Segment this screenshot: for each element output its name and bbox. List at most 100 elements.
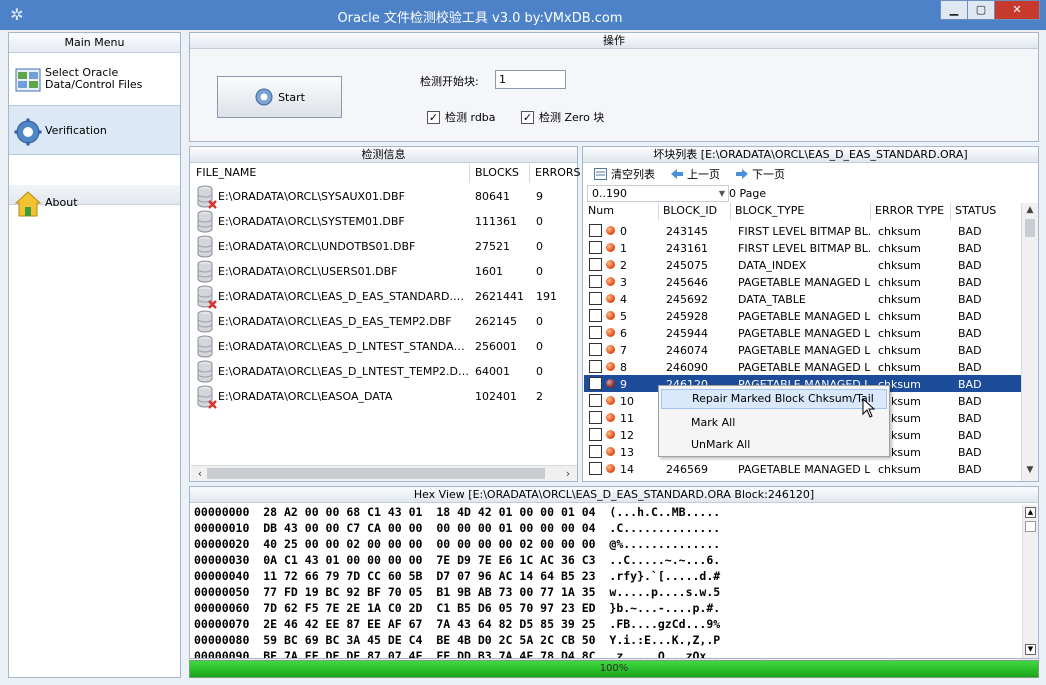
sidebar-item-verification[interactable]: Verification [9, 105, 180, 155]
bad-block-dot-icon [606, 430, 615, 439]
table-row[interactable]: 3 245646 PAGETABLE MANAGED L... chksum BAD [584, 273, 1021, 290]
sidebar-item-about[interactable]: About [9, 178, 180, 228]
table-row[interactable]: 6 245944 PAGETABLE MANAGED L... chksum BAD [584, 324, 1021, 341]
table-row[interactable]: E:\ORADATA\ORCL\USERS01.DBF 1601 0 [191, 259, 577, 284]
column-errors[interactable]: ERRORS [530, 164, 581, 183]
scroll-thumb[interactable] [1025, 521, 1036, 532]
table-row[interactable]: E:\ORADATA\ORCL\UNDOTBS01.DBF 27521 0 [191, 234, 577, 259]
row-checkbox[interactable] [589, 445, 602, 458]
sidebar-item-select-files[interactable]: Select Oracle Data/Control Files [9, 54, 180, 104]
bad-block-dot-icon [606, 243, 615, 252]
close-button[interactable]: ✕ [994, 0, 1040, 20]
clear-list-button[interactable]: 清空列表 [594, 166, 655, 182]
table-row[interactable]: 8 246090 PAGETABLE MANAGED L... chksum BAD [584, 358, 1021, 375]
scroll-down-icon[interactable]: ▼ [1022, 465, 1038, 475]
next-page-button[interactable]: 下一页 [736, 166, 785, 182]
num-cell: 1 [620, 242, 627, 255]
check-zero-checkbox[interactable]: ✓ 检测 Zero 块 [521, 109, 604, 125]
column-blocks[interactable]: BLOCKS [470, 164, 530, 183]
table-row[interactable]: 2 245075 DATA_INDEX chksum BAD [584, 256, 1021, 273]
num-cell: 7 [620, 344, 627, 357]
window-title: Oracle 文件检测校验工具 v3.0 by:VMxDB.com [337, 11, 623, 26]
scroll-right-icon[interactable]: › [561, 467, 575, 480]
scroll-up-icon[interactable]: ▲ [1025, 507, 1036, 518]
row-checkbox[interactable] [589, 360, 602, 373]
column-status[interactable]: STATUS [951, 203, 1021, 220]
start-block-label: 检测开始块: [420, 75, 479, 88]
table-row[interactable]: 14 246569 PAGETABLE MANAGED L... chksum BAD [584, 460, 1021, 477]
column-file-name[interactable]: FILE_NAME [191, 164, 470, 183]
row-checkbox[interactable] [589, 428, 602, 441]
repair-marked-block-menu-item[interactable]: Repair Marked Block Chksum/Tail [661, 389, 887, 409]
table-row[interactable]: 4 245692 DATA_TABLE chksum BAD [584, 290, 1021, 307]
status-cell: BAD [958, 276, 982, 289]
row-checkbox[interactable] [589, 241, 602, 254]
row-checkbox[interactable] [589, 343, 602, 356]
house-icon [14, 191, 42, 217]
table-row[interactable]: 1 243161 FIRST LEVEL BITMAP BL... chksum BAD [584, 239, 1021, 256]
column-block-id[interactable]: BLOCK_ID [659, 203, 731, 220]
table-row[interactable]: E:\ORADATA\ORCL\SYSTEM01.DBF 111361 0 [191, 209, 577, 234]
row-checkbox[interactable] [589, 411, 602, 424]
row-checkbox[interactable] [589, 462, 602, 475]
table-row[interactable]: E:\ORADATA\ORCL\SYSAUX01.DBF 80641 9 [191, 184, 577, 209]
row-checkbox[interactable] [589, 377, 602, 390]
hex-view-header: Hex View [E:\ORADATA\ORCL\EAS_D_EAS_STAN… [190, 487, 1038, 503]
database-error-icon [197, 185, 217, 209]
scroll-thumb[interactable] [1025, 219, 1035, 237]
hex-line: 00000010 DB 43 00 00 C7 CA 00 00 00 00 0… [194, 521, 721, 535]
scroll-thumb[interactable] [207, 468, 545, 479]
table-row[interactable]: 0 243145 FIRST LEVEL BITMAP BL... chksum BAD [584, 222, 1021, 239]
scroll-down-icon[interactable]: ▼ [1025, 644, 1036, 655]
block-id-cell: 243145 [666, 225, 708, 238]
column-block-type[interactable]: BLOCK_TYPE [731, 203, 871, 220]
column-error-type[interactable]: ERROR TYPE [871, 203, 951, 220]
error-type-cell: chksum [878, 361, 921, 374]
table-row[interactable]: E:\ORADATA\ORCL\EASOA_DATA 102401 2 [191, 384, 577, 409]
table-row[interactable]: E:\ORADATA\ORCL\EAS_D_LNTEST_STANDARD...… [191, 334, 577, 359]
status-cell: BAD [958, 412, 982, 425]
row-checkbox[interactable] [589, 394, 602, 407]
maximize-button[interactable]: ▢ [967, 0, 995, 20]
block-range-select[interactable]: 0..190 ▼ [587, 185, 729, 202]
horizontal-scrollbar[interactable]: ‹ › [191, 465, 577, 481]
table-row[interactable]: 7 246074 PAGETABLE MANAGED L... chksum BAD [584, 341, 1021, 358]
page-label: 0 Page [729, 187, 767, 200]
block-list-scrollbar[interactable]: ▲ ▼ [1021, 203, 1038, 481]
start-button[interactable]: Start [217, 76, 342, 118]
errors-cell: 0 [536, 340, 543, 353]
minimize-button[interactable]: ▁ [940, 0, 968, 20]
table-row[interactable]: E:\ORADATA\ORCL\EAS_D_EAS_STANDARD.ORA 26… [191, 284, 577, 309]
row-checkbox[interactable] [589, 309, 602, 322]
unmark-all-menu-item[interactable]: UnMark All [661, 435, 887, 455]
hex-scrollbar[interactable]: ▲ ▼ [1022, 505, 1038, 658]
column-num[interactable]: Num [584, 203, 659, 220]
operation-header: 操作 [190, 33, 1038, 49]
num-cell: 11 [620, 412, 634, 425]
row-checkbox[interactable] [589, 258, 602, 271]
checkbox-checked-icon: ✓ [521, 110, 534, 124]
block-id-cell: 245928 [666, 310, 708, 323]
scroll-up-icon[interactable]: ▲ [1022, 205, 1038, 215]
mark-all-menu-item[interactable]: Mark All [661, 413, 887, 433]
table-row[interactable]: E:\ORADATA\ORCL\EAS_D_EAS_TEMP2.DBF 26214… [191, 309, 577, 334]
row-checkbox[interactable] [589, 292, 602, 305]
scroll-left-icon[interactable]: ‹ [193, 467, 207, 480]
row-checkbox[interactable] [589, 275, 602, 288]
status-cell: BAD [958, 446, 982, 459]
check-rdba-checkbox[interactable]: ✓ 检测 rdba [427, 109, 496, 125]
file-name-cell: E:\ORADATA\ORCL\EAS_D_LNTEST_STANDARD...… [218, 340, 470, 353]
hex-dump[interactable]: 00000000 28 A2 00 00 68 C1 43 01 18 4D 4… [191, 504, 1019, 658]
table-row[interactable]: 5 245928 PAGETABLE MANAGED L... chksum BAD [584, 307, 1021, 324]
table-row[interactable]: E:\ORADATA\ORCL\EAS_D_LNTEST_TEMP2.DBF 64… [191, 359, 577, 384]
start-block-input[interactable] [495, 70, 566, 89]
row-checkbox[interactable] [589, 224, 602, 237]
status-cell: BAD [958, 463, 982, 476]
status-cell: BAD [958, 378, 982, 391]
row-checkbox[interactable] [589, 326, 602, 339]
file-name-cell: E:\ORADATA\ORCL\EAS_D_EAS_TEMP2.DBF [218, 315, 452, 328]
prev-page-button[interactable]: 上一页 [671, 166, 720, 182]
block-type-cell: PAGETABLE MANAGED L... [738, 276, 870, 289]
block-type-cell: PAGETABLE MANAGED L... [738, 361, 870, 374]
file-name-cell: E:\ORADATA\ORCL\EAS_D_EAS_STANDARD.ORA [218, 290, 470, 303]
